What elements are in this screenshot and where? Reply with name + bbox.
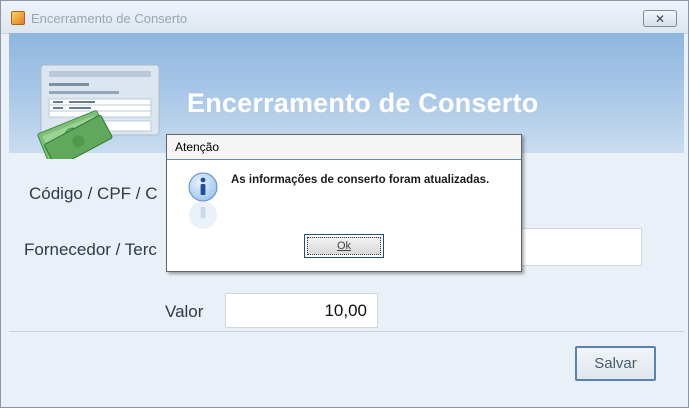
alert-dialog: Atenção As informações de conserto foram… [166, 134, 522, 272]
ok-button[interactable]: Ok [304, 234, 384, 258]
valor-input[interactable]: 10,00 [225, 293, 378, 328]
fornecedor-label: Fornecedor / Terc [24, 240, 157, 259]
invoice-money-icon [37, 64, 160, 159]
codigo-label: Código / CPF / C [29, 184, 158, 203]
dialog-message: As informações de conserto foram atualiz… [231, 174, 490, 186]
close-button[interactable]: ✕ [643, 10, 677, 27]
footer-divider [9, 331, 684, 332]
window-title: Encerramento de Conserto [31, 11, 188, 26]
app-icon [11, 11, 25, 25]
valor-label: Valor [165, 302, 204, 321]
window-titlebar: Encerramento de Conserto ✕ [1, 1, 688, 34]
fornecedor-field[interactable] [521, 228, 642, 266]
info-icon [188, 172, 218, 229]
ok-button-label: Ok [307, 237, 381, 255]
save-button[interactable]: Salvar [575, 346, 656, 381]
dialog-titlebar: Atenção [167, 135, 521, 160]
dialog-title: Atenção [175, 140, 220, 154]
header-title: Encerramento de Conserto [187, 88, 539, 118]
